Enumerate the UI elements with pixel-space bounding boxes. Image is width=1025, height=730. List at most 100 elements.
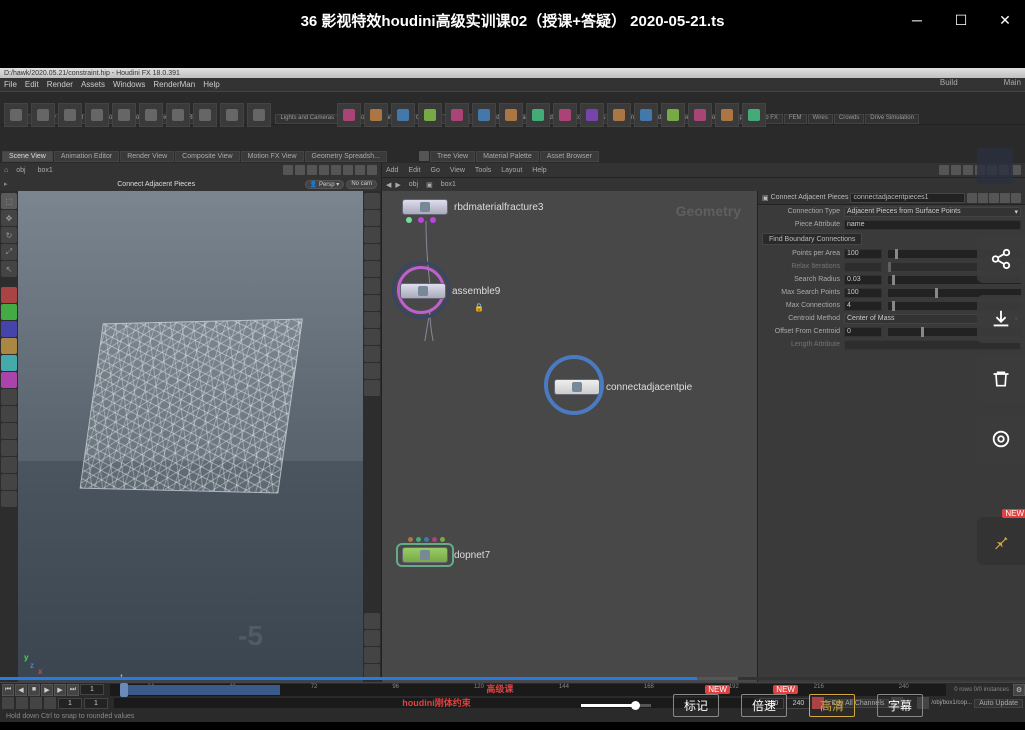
display-icon[interactable]: [364, 346, 380, 362]
net-icon[interactable]: [939, 165, 949, 175]
shelf-tool[interactable]: [31, 103, 55, 125]
delete-button[interactable]: [977, 355, 1025, 403]
shelf-tool[interactable]: [445, 103, 469, 125]
tool-icon[interactable]: [1, 440, 17, 456]
display-icon[interactable]: [364, 193, 380, 209]
shelf-tool[interactable]: [337, 103, 361, 125]
menu-assets[interactable]: Assets: [81, 80, 105, 89]
persp-button[interactable]: 👤 Persp ▾: [305, 180, 345, 189]
net-menu-go[interactable]: Go: [431, 167, 440, 174]
range-end-input[interactable]: [786, 698, 810, 709]
net-menu-add[interactable]: Add: [386, 167, 398, 174]
move-tool-icon[interactable]: ✥: [1, 210, 17, 226]
download-button[interactable]: [977, 295, 1025, 343]
node-dopnet[interactable]: dopnet7: [402, 547, 490, 563]
tab-geo-spread[interactable]: Geometry Spreadsh...: [305, 151, 387, 162]
shelf-tool[interactable]: [553, 103, 577, 125]
first-frame-button[interactable]: ⏮: [2, 684, 14, 696]
shelf-tool[interactable]: [715, 103, 739, 125]
tab-scene-view[interactable]: Scene View: [2, 151, 53, 162]
tl-icon[interactable]: [16, 697, 28, 709]
shelf-tool[interactable]: [193, 103, 217, 125]
tab-tree[interactable]: Tree View: [430, 151, 475, 162]
cursor-tool-icon[interactable]: ↖: [1, 261, 17, 277]
param-dropdown[interactable]: Adjacent Pieces from Surface Points▾: [844, 207, 1021, 217]
tl-icon[interactable]: [2, 697, 14, 709]
param-number-input[interactable]: [844, 301, 882, 311]
tab-anim-editor[interactable]: Animation Editor: [54, 151, 119, 162]
share-button[interactable]: [977, 235, 1025, 283]
display-icon[interactable]: [364, 613, 380, 629]
display-icon[interactable]: [364, 647, 380, 663]
param-tab[interactable]: Find Boundary Connections: [762, 233, 862, 245]
play-button[interactable]: ▶: [41, 684, 53, 696]
display-icon[interactable]: [364, 278, 380, 294]
path-home-icon[interactable]: ⌂: [4, 167, 8, 174]
path-icon[interactable]: [319, 165, 329, 175]
tab-motionfx[interactable]: Motion FX View: [241, 151, 304, 162]
auto-update-button[interactable]: Auto Update: [974, 699, 1023, 708]
param-number-input[interactable]: [844, 249, 882, 259]
param-text-input[interactable]: [844, 220, 1021, 230]
param-icon[interactable]: [1000, 193, 1010, 203]
desktop-selector[interactable]: Build Main: [940, 78, 1021, 87]
shelf-tool[interactable]: [166, 103, 190, 125]
settings-button[interactable]: [977, 415, 1025, 463]
display-icon[interactable]: [364, 312, 380, 328]
tab-material[interactable]: Material Palette: [476, 151, 539, 162]
shelf-tool[interactable]: [688, 103, 712, 125]
shelf-tool[interactable]: [742, 103, 766, 125]
select-tool-icon[interactable]: ⬚: [1, 193, 17, 209]
path-node[interactable]: box1: [437, 181, 460, 188]
path-icon[interactable]: [307, 165, 317, 175]
path-obj[interactable]: obj: [12, 167, 29, 174]
node-rbdmaterialfracture[interactable]: rbdmaterialfracture3: [402, 199, 543, 215]
shelf-tool[interactable]: [418, 103, 442, 125]
shelf-tool[interactable]: [472, 103, 496, 125]
volume-slider[interactable]: [581, 704, 651, 707]
path-icon[interactable]: [367, 165, 377, 175]
tab-asset[interactable]: Asset Browser: [540, 151, 599, 162]
param-icon[interactable]: [989, 193, 999, 203]
shelf-tool[interactable]: [661, 103, 685, 125]
tool-icon[interactable]: [1, 287, 17, 303]
prev-frame-button[interactable]: ◀: [15, 684, 27, 696]
display-icon[interactable]: [364, 380, 380, 396]
current-frame-input[interactable]: [80, 684, 104, 695]
display-icon[interactable]: [364, 329, 380, 345]
net-menu-edit[interactable]: Edit: [408, 167, 420, 174]
range-in-input[interactable]: [84, 698, 108, 709]
tool-icon[interactable]: [1, 321, 17, 337]
shelf-tool[interactable]: [4, 103, 28, 125]
menu-windows[interactable]: Windows: [113, 80, 145, 89]
subtitle-button[interactable]: 字幕: [877, 694, 923, 717]
display-icon[interactable]: [364, 295, 380, 311]
net-menu-tools[interactable]: Tools: [475, 167, 491, 174]
net-icon[interactable]: [951, 165, 961, 175]
tool-icon[interactable]: [1, 457, 17, 473]
param-node-name-input[interactable]: [850, 193, 965, 203]
shelf-tool[interactable]: [247, 103, 271, 125]
tool-icon[interactable]: [1, 474, 17, 490]
path-obj[interactable]: obj: [405, 181, 422, 188]
net-menu-help[interactable]: Help: [532, 167, 546, 174]
path-icon[interactable]: [295, 165, 305, 175]
shelf-tool[interactable]: [139, 103, 163, 125]
tool-icon[interactable]: [1, 372, 17, 388]
3d-viewport[interactable]: -5 x y z: [18, 191, 363, 682]
speed-button[interactable]: NEW倍速: [741, 694, 787, 717]
net-menu-layout[interactable]: Layout: [501, 167, 522, 174]
display-icon[interactable]: [364, 210, 380, 226]
tool-icon[interactable]: [1, 423, 17, 439]
hd-button[interactable]: 高清: [809, 694, 855, 717]
stop-button[interactable]: ■: [28, 684, 40, 696]
cam-button[interactable]: No cam: [346, 180, 377, 189]
shelf-tool[interactable]: [607, 103, 631, 125]
path-icon[interactable]: [343, 165, 353, 175]
param-number-input[interactable]: [844, 288, 882, 298]
menu-renderman[interactable]: RenderMan: [153, 80, 195, 89]
timeline-playhead[interactable]: 1: [120, 683, 128, 697]
path-icon[interactable]: [355, 165, 365, 175]
param-icon[interactable]: [978, 193, 988, 203]
nav-fwd-icon[interactable]: ▶: [395, 181, 400, 189]
